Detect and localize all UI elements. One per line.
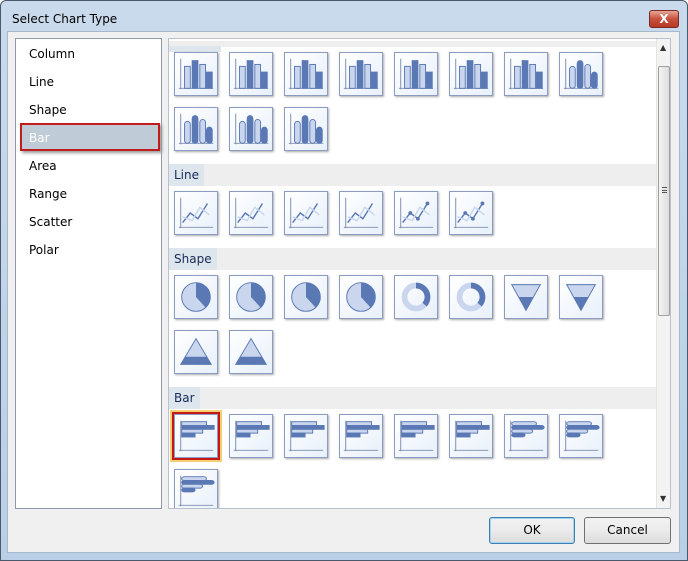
funnel-icon[interactable]: [504, 275, 548, 319]
column-3d-stacked-icon[interactable]: [394, 52, 438, 96]
category-item-area[interactable]: Area: [29, 159, 57, 173]
bar-3d-stacked-icon[interactable]: [394, 414, 438, 458]
pie-3d-icon[interactable]: [284, 275, 328, 319]
close-icon: X: [659, 12, 669, 26]
bar-3d-clustered-icon[interactable]: [339, 414, 383, 458]
bar-cylinder-stacked-icon[interactable]: [559, 414, 603, 458]
pyramid-3d-icon[interactable]: [229, 330, 273, 374]
pie-icon[interactable]: [174, 275, 218, 319]
bar-stacked-100-icon[interactable]: [284, 414, 328, 458]
category-item-bar[interactable]: Bar: [20, 123, 160, 151]
scroll-down-icon[interactable]: ▼: [660, 494, 666, 503]
cylinder-3d-icon[interactable]: [284, 107, 328, 151]
exploded-doughnut-icon[interactable]: [449, 275, 493, 319]
section-header: Line: [169, 164, 656, 186]
section-title: Shape: [169, 248, 217, 270]
ok-button[interactable]: OK: [489, 517, 575, 544]
category-item-polar[interactable]: Polar: [29, 243, 59, 257]
category-item-range[interactable]: Range: [29, 187, 67, 201]
smooth-line-icon[interactable]: [229, 191, 273, 235]
cylinder-clustered-icon[interactable]: [559, 52, 603, 96]
line-markers-icon[interactable]: [394, 191, 438, 235]
column-3d-stacked-100-icon[interactable]: [449, 52, 493, 96]
cylinder-stacked-icon[interactable]: [174, 107, 218, 151]
doughnut-icon[interactable]: [394, 275, 438, 319]
cylinder-stacked-100-icon[interactable]: [229, 107, 273, 151]
category-item-shape[interactable]: Shape: [29, 103, 67, 117]
section-header: [169, 41, 656, 52]
category-item-column[interactable]: Column: [29, 47, 75, 61]
bar-3d-icon[interactable]: [449, 414, 493, 458]
category-item-scatter[interactable]: Scatter: [29, 215, 72, 229]
chart-category-list[interactable]: Column Line Shape Bar Area Range Scatter Polar: [15, 38, 162, 509]
line-3d-icon[interactable]: [339, 191, 383, 235]
scroll-up-icon[interactable]: ▲: [660, 43, 666, 52]
chart-type-gallery: ▲ ▼ Line Shape Bar: [168, 38, 671, 509]
category-item-line[interactable]: Line: [29, 75, 54, 89]
grip-icon: [662, 187, 667, 193]
column-stacked-100-icon[interactable]: [284, 52, 328, 96]
vertical-scrollbar[interactable]: ▲ ▼: [656, 39, 670, 508]
exploded-pie-3d-icon[interactable]: [339, 275, 383, 319]
section-header: Shape: [169, 248, 656, 270]
pyramid-icon[interactable]: [174, 330, 218, 374]
exploded-pie-icon[interactable]: [229, 275, 273, 319]
section-title: Line: [169, 164, 205, 186]
bar-clustered-icon[interactable]: [172, 412, 220, 460]
bar-stacked-icon[interactable]: [229, 414, 273, 458]
column-3d-clustered-icon[interactable]: [339, 52, 383, 96]
section-header: Bar: [169, 387, 656, 409]
section-title: Bar: [169, 387, 200, 409]
column-3d-icon[interactable]: [504, 52, 548, 96]
column-stacked-icon[interactable]: [229, 52, 273, 96]
line-icon[interactable]: [174, 191, 218, 235]
bar-cylinder-clustered-icon[interactable]: [504, 414, 548, 458]
cancel-button[interactable]: Cancel: [584, 517, 671, 544]
dialog-title: Select Chart Type: [12, 12, 118, 26]
close-button[interactable]: X: [649, 10, 679, 28]
scrollbar-thumb[interactable]: [658, 66, 670, 316]
bar-cylinder-3d-icon[interactable]: [174, 469, 218, 508]
column-clustered-icon[interactable]: [174, 52, 218, 96]
stepped-line-icon[interactable]: [284, 191, 328, 235]
funnel-3d-icon[interactable]: [559, 275, 603, 319]
smooth-line-markers-icon[interactable]: [449, 191, 493, 235]
